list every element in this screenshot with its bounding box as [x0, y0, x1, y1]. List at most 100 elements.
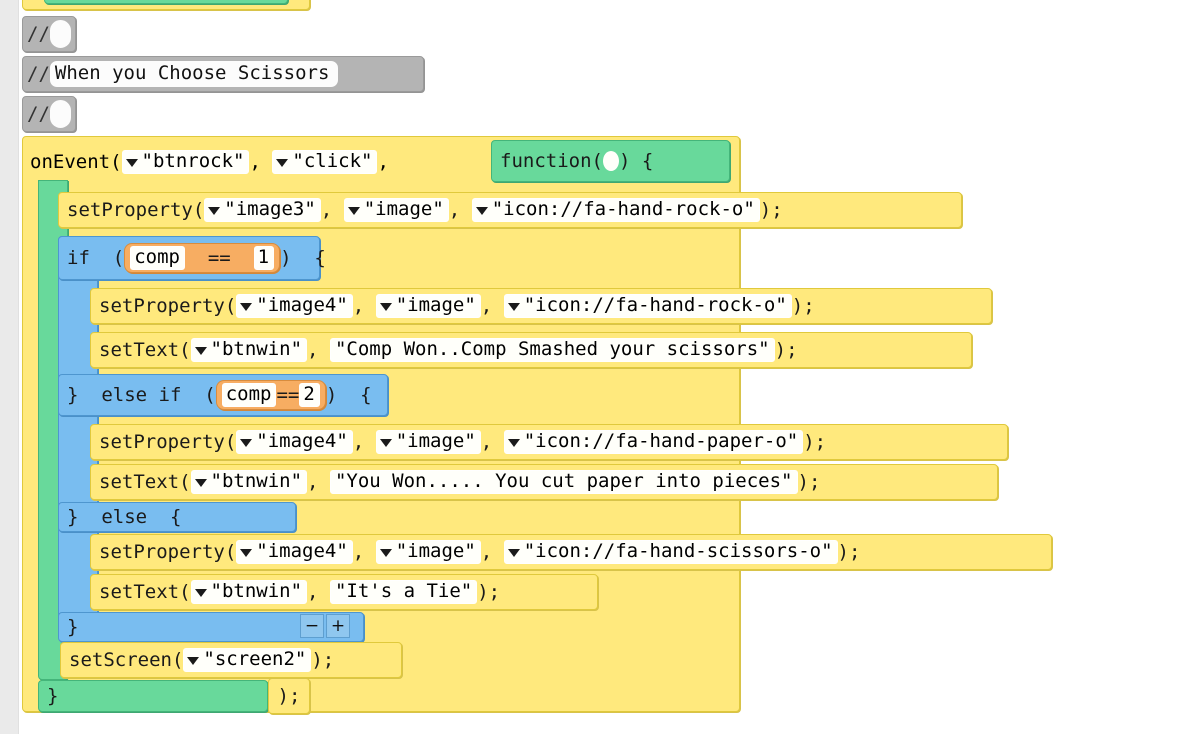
set-property-label: setProperty(: [67, 198, 205, 221]
tail: );: [477, 580, 501, 603]
set-screen-block[interactable]: setScreen( "screen2" );: [60, 642, 402, 678]
set-property-element-dropdown[interactable]: "image3": [204, 198, 321, 222]
on-event-comma-2: ,: [377, 150, 389, 173]
comma-2: ,: [480, 294, 493, 317]
function-close-brace: }: [47, 684, 59, 707]
comma-2: ,: [448, 198, 461, 221]
set-property-property-dropdown[interactable]: "image": [343, 198, 449, 222]
comment-text-input[interactable]: [49, 20, 71, 48]
chevron-down-icon: [347, 206, 360, 215]
set-property-property-value: "image": [395, 540, 476, 562]
spacer-2: [332, 201, 343, 220]
block-workspace[interactable]: // // When you Choose Scissors // onEven…: [0, 0, 1188, 734]
set-property-block-3[interactable]: setProperty( "image4" , "image" , "icon:…: [90, 424, 1008, 460]
set-property-element-dropdown[interactable]: "image4": [236, 294, 353, 318]
function-param-socket[interactable]: [602, 151, 619, 171]
on-event-element-dropdown[interactable]: "btnrock": [121, 150, 250, 174]
set-property-block-1[interactable]: setProperty( "image3" , "image" , "icon:…: [58, 192, 962, 228]
set-text-element-value: "btnwin": [210, 470, 303, 492]
else-if-keyword: } else if (: [67, 383, 216, 406]
set-text-block-2[interactable]: setText( "btnwin" , "You Won..... You cu…: [90, 464, 998, 500]
comparison-left-operand-1[interactable]: comp: [130, 246, 185, 270]
comma-1: ,: [307, 338, 319, 361]
set-property-value: "icon://fa-hand-rock-o": [523, 294, 787, 316]
comment-text-input[interactable]: When you Choose Scissors: [49, 61, 339, 87]
set-property-property-dropdown[interactable]: "image": [375, 294, 481, 318]
comment-prefix: //: [27, 22, 50, 45]
function-header-block[interactable]: function( ) {: [491, 140, 730, 182]
comparison-left-operand-2[interactable]: comp: [221, 383, 277, 407]
set-screen-dropdown[interactable]: "screen2": [183, 648, 312, 672]
remove-else-button[interactable]: −: [300, 614, 324, 638]
comparison-block-2[interactable]: comp == 2: [215, 380, 326, 410]
workspace-left-gutter: [0, 0, 19, 734]
if-header-block[interactable]: if ( comp == 1 ) {: [58, 236, 326, 280]
comparison-block-1[interactable]: comp == 1: [124, 243, 281, 273]
comment-block-label[interactable]: // When you Choose Scissors: [22, 56, 424, 92]
on-event-closing-text: );: [277, 684, 301, 707]
comparison-operator-1: [185, 249, 208, 268]
spacer-1: [261, 153, 272, 172]
else-header-block[interactable]: } else {: [58, 502, 296, 532]
else-if-header-block[interactable]: } else if ( comp == 2 ) {: [58, 374, 388, 416]
set-property-value-dropdown[interactable]: "icon://fa-hand-scissors-o": [503, 540, 838, 564]
set-property-value-dropdown[interactable]: "icon://fa-hand-paper-o": [503, 430, 804, 454]
set-property-block-4[interactable]: setProperty( "image4" , "image" , "icon:…: [90, 534, 1052, 570]
chevron-down-icon: [379, 548, 392, 557]
set-property-element-dropdown[interactable]: "image4": [236, 430, 353, 454]
set-property-value-dropdown[interactable]: "icon://fa-hand-rock-o": [503, 294, 792, 318]
comment-block-empty-2[interactable]: //: [22, 96, 76, 132]
comment-text-input[interactable]: [49, 100, 71, 128]
comparison-right-operand-1[interactable]: 1: [253, 246, 275, 270]
set-property-block-2[interactable]: setProperty( "image4" , "image" , "icon:…: [90, 288, 992, 324]
set-property-element-value: "image4": [256, 430, 348, 452]
on-event-event-value: "click": [292, 150, 373, 172]
function-close-block[interactable]: }: [38, 680, 268, 712]
else-keyword: } else {: [67, 505, 182, 528]
chevron-down-icon: [507, 438, 520, 447]
set-text-label: setText(: [99, 580, 191, 603]
set-text-value-input[interactable]: "It's a Tie": [329, 580, 478, 604]
set-text-label: setText(: [99, 470, 191, 493]
comparison-right-operand-2[interactable]: 2: [299, 383, 320, 407]
set-property-value: "icon://fa-hand-scissors-o": [523, 540, 833, 562]
function-open-brace: ) {: [618, 149, 654, 172]
set-property-value-dropdown[interactable]: "icon://fa-hand-rock-o": [471, 198, 760, 222]
if-keyword: if (: [67, 246, 125, 269]
add-else-button[interactable]: +: [326, 614, 350, 638]
set-property-property-dropdown[interactable]: "image": [375, 430, 481, 454]
if-mutator-controls[interactable]: − +: [300, 614, 352, 638]
set-text-block-1[interactable]: setText( "btnwin" , "Comp Won..Comp Smas…: [90, 332, 972, 368]
set-text-label: setText(: [99, 338, 191, 361]
set-property-value: "icon://fa-hand-paper-o": [523, 430, 799, 452]
tail: );: [311, 648, 335, 671]
chevron-down-icon: [240, 548, 253, 557]
set-text-value-input[interactable]: "Comp Won..Comp Smashed your scissors": [329, 338, 775, 362]
comparison-operator-text-1: ==: [207, 246, 231, 269]
comma-1: ,: [320, 198, 333, 221]
function-keyword: function(: [500, 149, 603, 172]
tail: );: [803, 430, 827, 453]
set-text-element-dropdown[interactable]: "btnwin": [190, 470, 308, 494]
comment-prefix: //: [27, 62, 50, 85]
partial-block-above-inner[interactable]: [44, 0, 288, 4]
set-property-element-dropdown[interactable]: "image4": [236, 540, 353, 564]
on-event-close-paren[interactable]: );: [268, 678, 310, 714]
if-close-brace: }: [67, 615, 79, 638]
comment-prefix: //: [27, 102, 50, 125]
set-property-property-dropdown[interactable]: "image": [375, 540, 481, 564]
comma-2: ,: [480, 540, 493, 563]
on-event-comma-1: ,: [249, 150, 261, 173]
set-text-element-dropdown[interactable]: "btnwin": [190, 338, 308, 362]
chevron-down-icon: [379, 302, 392, 311]
chevron-down-icon: [187, 656, 200, 665]
set-text-element-dropdown[interactable]: "btnwin": [190, 580, 308, 604]
comment-block-empty-1[interactable]: //: [22, 16, 76, 52]
set-text-value-input[interactable]: "You Won..... You cut paper into pieces": [329, 470, 798, 494]
on-event-event-dropdown[interactable]: "click": [272, 150, 378, 174]
chevron-down-icon: [379, 438, 392, 447]
set-text-block-3[interactable]: setText( "btnwin" , "It's a Tie" );: [90, 574, 598, 610]
